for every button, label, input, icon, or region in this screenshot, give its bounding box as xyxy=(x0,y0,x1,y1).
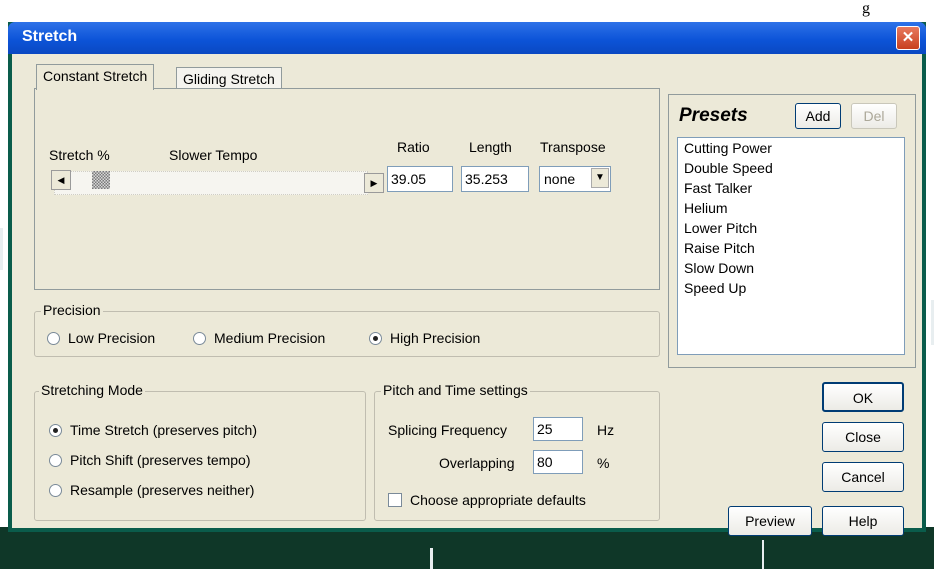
preset-item[interactable]: Helium xyxy=(678,198,904,218)
pitch-time-group: Pitch and Time settings Splicing Frequen… xyxy=(374,382,660,521)
radio-resample[interactable]: Resample (preserves neither) xyxy=(49,482,254,498)
add-preset-button[interactable]: Add xyxy=(795,103,841,129)
slider-right-arrow-icon[interactable]: ▶ xyxy=(364,173,384,193)
checkbox-choose-defaults[interactable]: Choose appropriate defaults xyxy=(388,492,586,508)
radio-high-precision[interactable]: High Precision xyxy=(369,330,480,346)
precision-title: Precision xyxy=(41,302,103,318)
delete-preset-button[interactable]: Del xyxy=(851,103,897,129)
radio-label: Low Precision xyxy=(68,330,156,346)
help-button[interactable]: Help xyxy=(822,506,904,536)
background-text-fragment: g xyxy=(862,0,870,17)
radio-label: Time Stretch (preserves pitch) xyxy=(70,422,257,438)
preset-item[interactable]: Fast Talker xyxy=(678,178,904,198)
radio-icon xyxy=(49,483,62,497)
stretch-dialog: Stretch ✕ Constant Stretch Gliding Stret… xyxy=(8,22,926,536)
radio-selected-icon xyxy=(49,423,62,437)
tab-label: Gliding Stretch xyxy=(183,71,275,87)
ratio-field[interactable] xyxy=(387,166,453,192)
tempo-label: Slower Tempo xyxy=(169,147,258,163)
radio-label: Pitch Shift (preserves tempo) xyxy=(70,452,251,468)
radio-icon xyxy=(49,453,62,467)
background-mark-bottom xyxy=(430,548,433,569)
slider-left-arrow-icon[interactable]: ◀ xyxy=(51,170,71,190)
radio-icon xyxy=(47,331,60,345)
background-top xyxy=(0,0,934,14)
radio-icon xyxy=(193,331,206,345)
close-icon[interactable]: ✕ xyxy=(896,26,920,50)
transpose-value: none xyxy=(544,171,576,187)
presets-list[interactable]: Cutting Power Double Speed Fast Talker H… xyxy=(677,137,905,355)
length-label: Length xyxy=(469,139,512,155)
preset-item[interactable]: Lower Pitch xyxy=(678,218,904,238)
transpose-select[interactable]: none ▼ xyxy=(539,166,611,192)
radio-medium-precision[interactable]: Medium Precision xyxy=(193,330,325,346)
ratio-label: Ratio xyxy=(397,139,430,155)
overlapping-field[interactable] xyxy=(533,450,583,474)
close-button[interactable]: Close xyxy=(822,422,904,452)
checkbox-label: Choose appropriate defaults xyxy=(410,492,586,508)
tab-constant-stretch[interactable]: Constant Stretch xyxy=(36,64,155,90)
dialog-client-area: Constant Stretch Gliding Stretch Stretch… xyxy=(12,54,922,536)
tab-gliding-stretch[interactable]: Gliding Stretch xyxy=(176,67,282,90)
preset-item[interactable]: Double Speed xyxy=(678,158,904,178)
radio-selected-icon xyxy=(369,331,382,345)
transpose-label: Transpose xyxy=(540,139,606,155)
splicing-frequency-label: Splicing Frequency xyxy=(388,422,508,438)
cancel-button[interactable]: Cancel xyxy=(822,462,904,492)
radio-label: Resample (preserves neither) xyxy=(70,482,255,498)
splicing-frequency-field[interactable] xyxy=(533,417,583,441)
stretching-mode-title: Stretching Mode xyxy=(39,382,145,398)
title-bar[interactable]: Stretch ✕ xyxy=(8,22,926,54)
radio-label: High Precision xyxy=(390,330,481,346)
presets-title: Presets xyxy=(679,105,748,126)
stretching-mode-group: Stretching Mode Time Stretch (preserves … xyxy=(34,382,366,521)
radio-low-precision[interactable]: Low Precision xyxy=(47,330,155,346)
slider-thumb[interactable] xyxy=(92,171,111,189)
preset-item[interactable]: Raise Pitch xyxy=(678,238,904,258)
tab-label: Constant Stretch xyxy=(43,68,148,84)
background-mark-left xyxy=(0,228,3,270)
window-title: Stretch xyxy=(22,28,78,45)
radio-label: Medium Precision xyxy=(214,330,326,346)
precision-group: Precision Low Precision Medium Precision… xyxy=(34,302,660,357)
background-mark-bottom-2 xyxy=(762,540,764,569)
overlapping-unit: % xyxy=(597,455,610,471)
pitch-time-title: Pitch and Time settings xyxy=(381,382,530,398)
length-field[interactable] xyxy=(461,166,529,192)
preview-button[interactable]: Preview xyxy=(728,506,812,536)
preset-item[interactable]: Slow Down xyxy=(678,258,904,278)
radio-time-stretch[interactable]: Time Stretch (preserves pitch) xyxy=(49,422,257,438)
checkbox-icon xyxy=(388,493,402,507)
radio-pitch-shift[interactable]: Pitch Shift (preserves tempo) xyxy=(49,452,251,468)
preset-item[interactable]: Cutting Power xyxy=(678,138,904,158)
ok-button[interactable]: OK xyxy=(822,382,904,412)
splicing-unit: Hz xyxy=(597,422,615,438)
presets-panel: Presets Add Del Cutting Power Double Spe… xyxy=(668,94,916,368)
overlapping-label: Overlapping xyxy=(439,455,515,471)
stretch-percent-label: Stretch % xyxy=(49,147,110,163)
dropdown-arrow-icon: ▼ xyxy=(591,168,609,188)
preset-item[interactable]: Speed Up xyxy=(678,278,904,298)
